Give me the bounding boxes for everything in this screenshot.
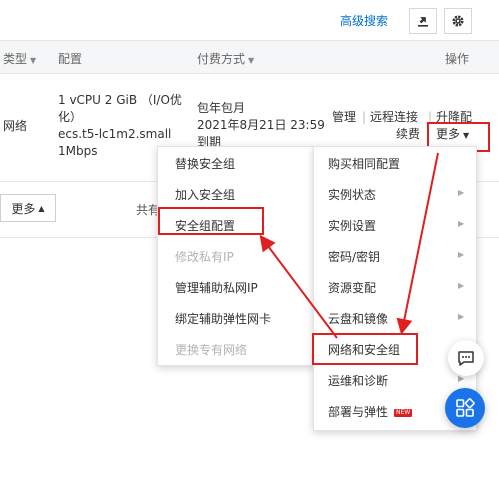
annotation-arrows [259, 152, 439, 339]
arrow-network-to-security-config [259, 234, 338, 339]
arrow-more-to-network [396, 152, 439, 335]
